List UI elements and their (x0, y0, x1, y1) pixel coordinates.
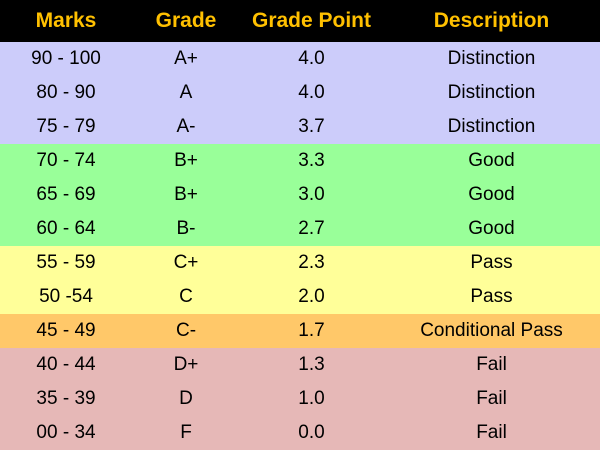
table-row: 40 - 44 D+ 1.3 Fail (0, 348, 600, 382)
marks-cell: 50 -54 (39, 286, 93, 307)
description-cell: Fail (476, 354, 507, 375)
header-marks: Marks (35, 9, 97, 32)
marks-cell: 65 - 69 (36, 184, 96, 205)
marks-cell: 45 - 49 (36, 320, 96, 341)
grade-cell: C (179, 286, 193, 307)
header-row: Marks Grade Grade Point Description (0, 0, 600, 42)
table-row: 90 - 100 A+ 4.0 Distinction (0, 42, 600, 76)
grade-cell: A (179, 82, 193, 103)
grade-point-cell: 4.0 (298, 48, 325, 69)
table-row: 65 - 69 B+ 3.0 Good (0, 178, 600, 212)
description-cell: Good (468, 184, 515, 205)
grade-cell: C+ (173, 252, 199, 273)
header-grade-point: Grade Point (251, 9, 372, 32)
marks-cell: 35 - 39 (36, 388, 96, 409)
header-description: Description (433, 9, 550, 32)
table-body: 90 - 100 A+ 4.0 Distinction 80 - 90 A 4.0 Disti… (0, 42, 600, 450)
marks-cell: 90 - 100 (31, 48, 101, 69)
marks-cell: 55 - 59 (36, 252, 96, 273)
grade-point-cell: 2.7 (298, 218, 325, 239)
grade-cell: F (180, 422, 192, 443)
description-cell: Pass (470, 252, 513, 273)
grade-point-cell: 0.0 (298, 422, 325, 443)
table-row: 60 - 64 B- 2.7 Good (0, 212, 600, 246)
marks-cell: 40 - 44 (36, 354, 96, 375)
table-row: 75 - 79 A- 3.7 Distinction (0, 110, 600, 144)
table-row: 50 -54 C 2.0 Pass (0, 280, 600, 314)
table-row: 00 - 34 F 0.0 Fail (0, 416, 600, 450)
marks-cell: 80 - 90 (36, 82, 96, 103)
description-cell: Good (468, 218, 515, 239)
grade-point-cell: 2.0 (298, 286, 325, 307)
grade-scale-table: Marks Grade Grade Point Description 90 -… (0, 0, 600, 450)
grade-cell: B+ (174, 150, 198, 171)
grade-point-cell: 1.0 (298, 388, 325, 409)
description-cell: Conditional Pass (420, 320, 563, 341)
grade-point-cell: 2.3 (298, 252, 325, 273)
grade-cell: A+ (174, 48, 198, 69)
header-grade: Grade (155, 9, 217, 32)
description-cell: Fail (476, 388, 507, 409)
marks-cell: 75 - 79 (36, 116, 96, 137)
table-row: 70 - 74 B+ 3.3 Good (0, 144, 600, 178)
grade-point-cell: 4.0 (298, 82, 325, 103)
grade-cell: B- (176, 218, 196, 239)
table-row: 45 - 49 C- 1.7 Conditional Pass (0, 314, 600, 348)
description-cell: Pass (470, 286, 513, 307)
grade-point-cell: 1.3 (298, 354, 325, 375)
description-cell: Distinction (447, 82, 536, 103)
description-cell: Good (468, 150, 515, 171)
table-row: 80 - 90 A 4.0 Distinction (0, 76, 600, 110)
grade-point-cell: 3.0 (298, 184, 325, 205)
description-cell: Distinction (447, 116, 536, 137)
marks-cell: 70 - 74 (36, 150, 96, 171)
grade-point-cell: 1.7 (298, 320, 325, 341)
table-header: Marks Grade Grade Point Description (0, 0, 600, 42)
marks-cell: 60 - 64 (36, 218, 96, 239)
description-cell: Fail (476, 422, 507, 443)
marks-cell: 00 - 34 (36, 422, 96, 443)
grade-cell: D+ (173, 354, 199, 375)
description-cell: Distinction (447, 48, 536, 69)
grade-point-cell: 3.7 (298, 116, 325, 137)
grade-cell: A- (176, 116, 196, 137)
table-row: 35 - 39 D 1.0 Fail (0, 382, 600, 416)
grade-point-cell: 3.3 (298, 150, 325, 171)
table-row: 55 - 59 C+ 2.3 Pass (0, 246, 600, 280)
grade-cell: B+ (174, 184, 198, 205)
grade-cell: C- (175, 320, 197, 341)
grade-cell: D (179, 388, 193, 409)
